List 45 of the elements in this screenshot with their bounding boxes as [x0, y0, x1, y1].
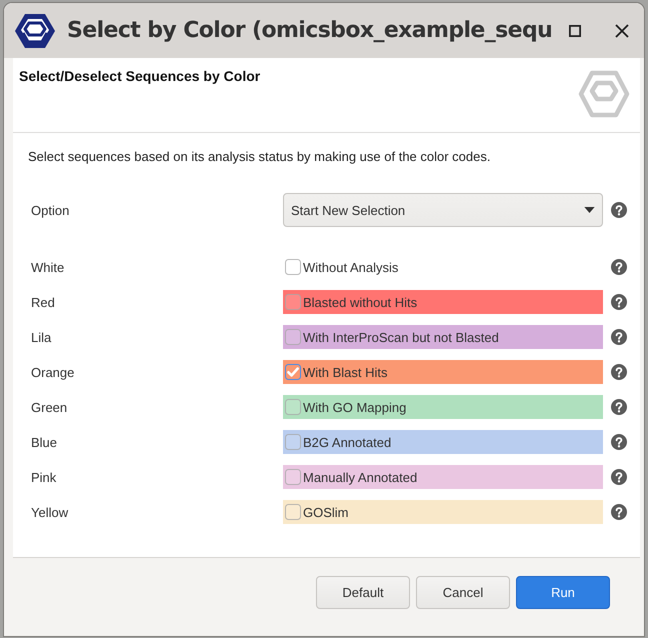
- status-option[interactable]: Manually Annotated: [283, 465, 603, 489]
- secondary-button[interactable]: Cancel: [416, 576, 510, 609]
- status-option[interactable]: GOSlim: [283, 500, 603, 524]
- status-option[interactable]: With GO Mapping: [283, 395, 603, 419]
- color-name: Red: [31, 294, 56, 310]
- primary-button[interactable]: Run: [516, 576, 610, 609]
- color-name: Blue: [31, 434, 58, 450]
- help-icon[interactable]: [611, 202, 627, 218]
- help-icon[interactable]: [611, 259, 627, 275]
- color-name: Lila: [31, 330, 52, 344]
- description-text: Select sequences based on its analysis status by making use of the color codes.: [28, 149, 492, 165]
- status-option[interactable]: B2G Annotated: [283, 430, 603, 454]
- option-dropdown[interactable]: Start New Selection: [283, 193, 603, 227]
- checkbox[interactable]: [285, 259, 301, 275]
- status-option[interactable]: Blasted without Hits: [283, 290, 603, 314]
- color-name: Pink: [31, 470, 58, 484]
- caret-icon: [584, 207, 595, 213]
- help-icon[interactable]: [611, 434, 627, 450]
- color-name: Orange: [31, 364, 76, 380]
- hexagon-logo-icon: [578, 70, 630, 118]
- checkbox[interactable]: [285, 504, 301, 520]
- help-icon[interactable]: [611, 399, 627, 415]
- color-name: White: [31, 260, 66, 274]
- window-title: Select by Color (omicsbox_example_sequ: [67, 18, 552, 43]
- help-icon[interactable]: [611, 504, 627, 520]
- color-name: Green: [31, 400, 68, 414]
- color-name: Yellow: [31, 504, 70, 520]
- dialog-heading: Select/Deselect Sequences by Color: [19, 67, 260, 85]
- help-icon[interactable]: [611, 469, 627, 485]
- checkbox[interactable]: [285, 329, 301, 345]
- close-icon[interactable]: [615, 24, 629, 38]
- help-icon[interactable]: [611, 329, 627, 345]
- secondary-button[interactable]: Default: [316, 576, 410, 609]
- help-icon[interactable]: [611, 364, 627, 380]
- hexagon-logo-icon: [14, 12, 56, 48]
- checkbox[interactable]: [285, 364, 301, 380]
- checkbox[interactable]: [285, 294, 301, 310]
- checkbox[interactable]: [285, 399, 301, 415]
- checkbox[interactable]: [285, 434, 301, 450]
- checkbox[interactable]: [285, 469, 301, 485]
- status-option[interactable]: With Blast Hits: [283, 360, 603, 384]
- maximize-icon[interactable]: [569, 24, 581, 36]
- status-option[interactable]: With InterProScan but not Blasted: [283, 325, 603, 349]
- option-label: Option: [31, 202, 70, 218]
- help-icon[interactable]: [611, 294, 627, 310]
